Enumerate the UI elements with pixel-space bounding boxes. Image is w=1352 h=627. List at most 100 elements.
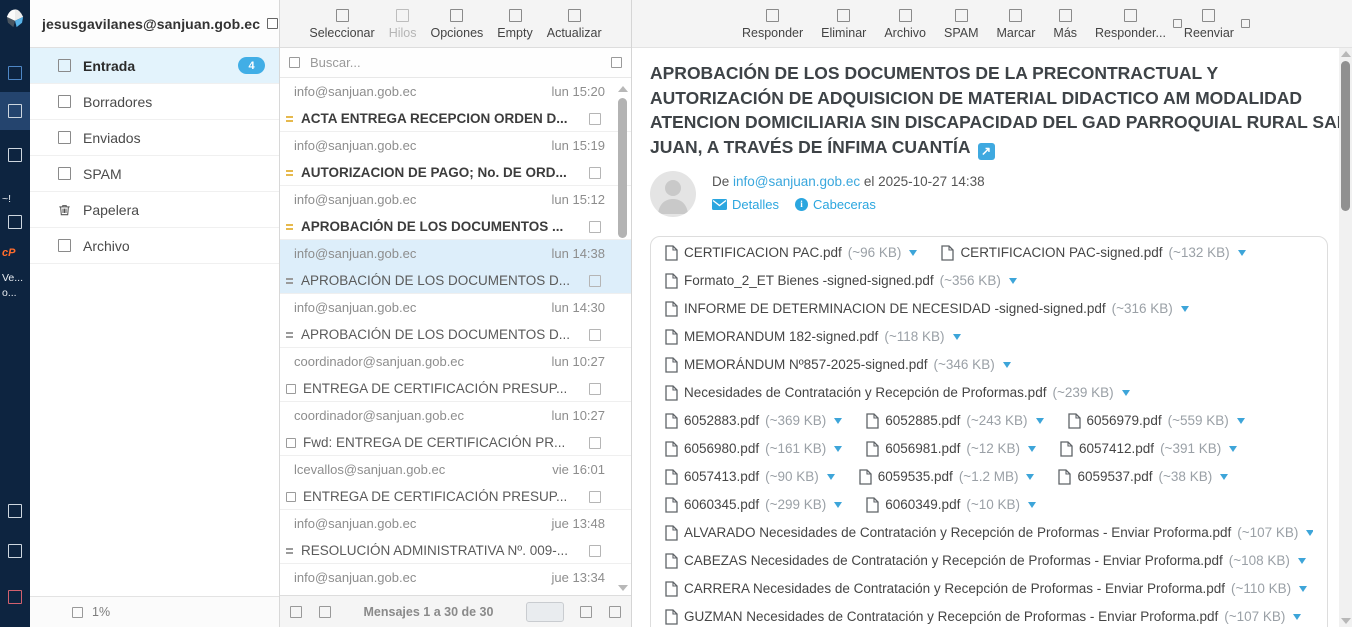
list-item[interactable]: info@sanjuan.gob.ec lun 15:19 AUTORIZACI… [280,132,631,186]
attachment-menu-arrow[interactable] [1026,474,1034,480]
attachment-menu-arrow[interactable] [1220,474,1228,480]
folder-item[interactable]: Enviados [30,120,279,156]
list-item[interactable]: lcevallos@sanjuan.gob.ec vie 16:01 ENTRE… [280,456,631,510]
attachment[interactable]: 6057412.pdf (~391 KB) [1060,441,1237,457]
attachment-menu-arrow[interactable] [1028,502,1036,508]
message-checkbox[interactable] [589,545,601,557]
list-toolbar-button[interactable]: Actualizar [547,9,602,40]
message-toolbar-button[interactable]: Responder... [1095,9,1166,40]
attachment-menu-arrow[interactable] [1299,586,1307,592]
attachment[interactable]: GUZMAN Necesidades de Contratación y Rec… [665,609,1301,625]
attachment-menu-arrow[interactable] [834,446,842,452]
footer-last-page-icon[interactable] [609,606,621,618]
reading-scrollbar-thumb[interactable] [1341,61,1350,211]
attachment-menu-arrow[interactable] [834,502,842,508]
attachment[interactable]: Formato_2_ET Bienes -signed-signed.pdf (… [665,273,1017,289]
list-item[interactable]: info@sanjuan.gob.ec lun 15:20 ACTA ENTRE… [280,78,631,132]
message-checkbox[interactable] [589,167,601,179]
message-toolbar-button[interactable]: Marcar [997,9,1036,40]
scroll-down-arrow[interactable] [1341,618,1351,624]
list-toolbar-button[interactable]: Seleccionar [309,9,374,40]
search-options-icon[interactable] [611,57,622,68]
app-nav-item-4[interactable] [0,203,30,241]
attachment-menu-arrow[interactable] [909,250,917,256]
account-dropdown-icon[interactable] [267,18,278,29]
dropdown-icon[interactable] [1173,19,1182,28]
list-item[interactable]: info@sanjuan.gob.ec jue 13:48 RESOLUCIÓN… [280,510,631,564]
message-checkbox[interactable] [589,437,601,449]
message-checkbox[interactable] [589,275,601,287]
page-number-input[interactable] [526,602,564,622]
app-nav-truncated-label-2[interactable]: Ve... [2,272,30,284]
attachment-menu-arrow[interactable] [1028,446,1036,452]
list-item[interactable]: info@sanjuan.gob.ec lun 14:38 APROBACIÓN… [280,240,631,294]
cpanel-logo-icon[interactable]: cP [2,247,30,259]
details-link[interactable]: Detalles [712,197,779,212]
attachment[interactable]: MEMORANDUM 182-signed.pdf (~118 KB) [665,329,961,345]
app-nav-item-5[interactable] [0,492,30,530]
message-checkbox[interactable] [589,491,601,503]
attachment[interactable]: 6059535.pdf (~1.2 MB) [859,469,1035,485]
list-toolbar-button[interactable]: Hilos [389,9,417,40]
attachment[interactable]: 6060345.pdf (~299 KB) [665,497,842,513]
attachment[interactable]: Necesidades de Contratación y Recepción … [665,385,1130,401]
list-item[interactable]: coordinador@sanjuan.gob.ec lun 10:27 Fwd… [280,402,631,456]
folder-item[interactable]: Borradores [30,84,279,120]
folder-item[interactable]: SPAM [30,156,279,192]
search-input[interactable] [310,55,601,70]
list-scrollbar[interactable] [618,86,628,591]
attachment[interactable]: CERTIFICACION PAC.pdf (~96 KB) [665,245,917,261]
attachment-menu-arrow[interactable] [1122,390,1130,396]
attachment-menu-arrow[interactable] [834,418,842,424]
attachment-menu-arrow[interactable] [1293,614,1301,620]
footer-first-page-icon[interactable] [290,606,302,618]
footer-next-page-icon[interactable] [580,606,592,618]
footer-prev-page-icon[interactable] [319,606,331,618]
message-toolbar-button[interactable]: Eliminar [821,9,866,40]
attachment-menu-arrow[interactable] [953,334,961,340]
attachment[interactable]: 6056980.pdf (~161 KB) [665,441,842,457]
list-item[interactable]: info@sanjuan.gob.ec jue 13:34 [280,564,631,595]
list-item[interactable]: info@sanjuan.gob.ec lun 14:30 APROBACIÓN… [280,294,631,348]
reading-pane-scrollbar[interactable] [1339,48,1352,627]
attachment-menu-arrow[interactable] [1003,362,1011,368]
message-toolbar-button[interactable]: SPAM [944,9,979,40]
list-item[interactable]: coordinador@sanjuan.gob.ec lun 10:27 ENT… [280,348,631,402]
attachment-menu-arrow[interactable] [1009,278,1017,284]
attachment-menu-arrow[interactable] [1238,250,1246,256]
attachment[interactable]: 6056981.pdf (~12 KB) [866,441,1036,457]
app-nav-item-2[interactable] [0,92,30,130]
search-icon[interactable] [289,57,300,68]
attachment-menu-arrow[interactable] [1298,558,1306,564]
from-email-link[interactable]: info@sanjuan.gob.ec [733,174,860,189]
message-checkbox[interactable] [589,383,601,395]
attachment[interactable]: INFORME DE DETERMINACION DE NECESIDAD -s… [665,301,1189,317]
dropdown-icon[interactable] [1241,19,1250,28]
message-checkbox[interactable] [589,113,601,125]
list-toolbar-button[interactable]: Opciones [430,9,483,40]
attachment[interactable]: CERTIFICACION PAC-signed.pdf (~132 KB) [941,245,1245,261]
message-toolbar-button[interactable]: Responder [742,9,803,40]
scroll-up-arrow[interactable] [1341,51,1351,57]
attachment-menu-arrow[interactable] [827,474,835,480]
message-toolbar-button[interactable]: Reenviar [1184,9,1234,40]
attachment-menu-arrow[interactable] [1181,306,1189,312]
folder-item[interactable]: Papelera [30,192,279,228]
account-header[interactable]: jesusgavilanes@sanjuan.gob.ec [30,0,279,48]
message-checkbox[interactable] [589,221,601,233]
folder-item[interactable]: Entrada 4 [30,48,279,84]
attachment[interactable]: 6057413.pdf (~90 KB) [665,469,835,485]
attachment-menu-arrow[interactable] [1237,418,1245,424]
attachment[interactable]: 6059537.pdf (~38 KB) [1058,469,1228,485]
attachment[interactable]: MEMORÁNDUM Nº857-2025-signed.pdf (~346 K… [665,357,1011,373]
attachment-menu-arrow[interactable] [1229,446,1237,452]
app-nav-item-logout[interactable] [0,578,30,616]
attachment[interactable]: CABEZAS Necesidades de Contratación y Re… [665,553,1306,569]
app-nav-item-3[interactable] [0,136,30,174]
message-toolbar-button[interactable]: Más [1053,9,1077,40]
attachment[interactable]: 6060349.pdf (~10 KB) [866,497,1036,513]
list-toolbar-button[interactable]: Empty [497,9,532,40]
attachment[interactable]: 6052883.pdf (~369 KB) [665,413,842,429]
attachment[interactable]: 6052885.pdf (~243 KB) [866,413,1043,429]
app-nav-item-6[interactable] [0,532,30,570]
